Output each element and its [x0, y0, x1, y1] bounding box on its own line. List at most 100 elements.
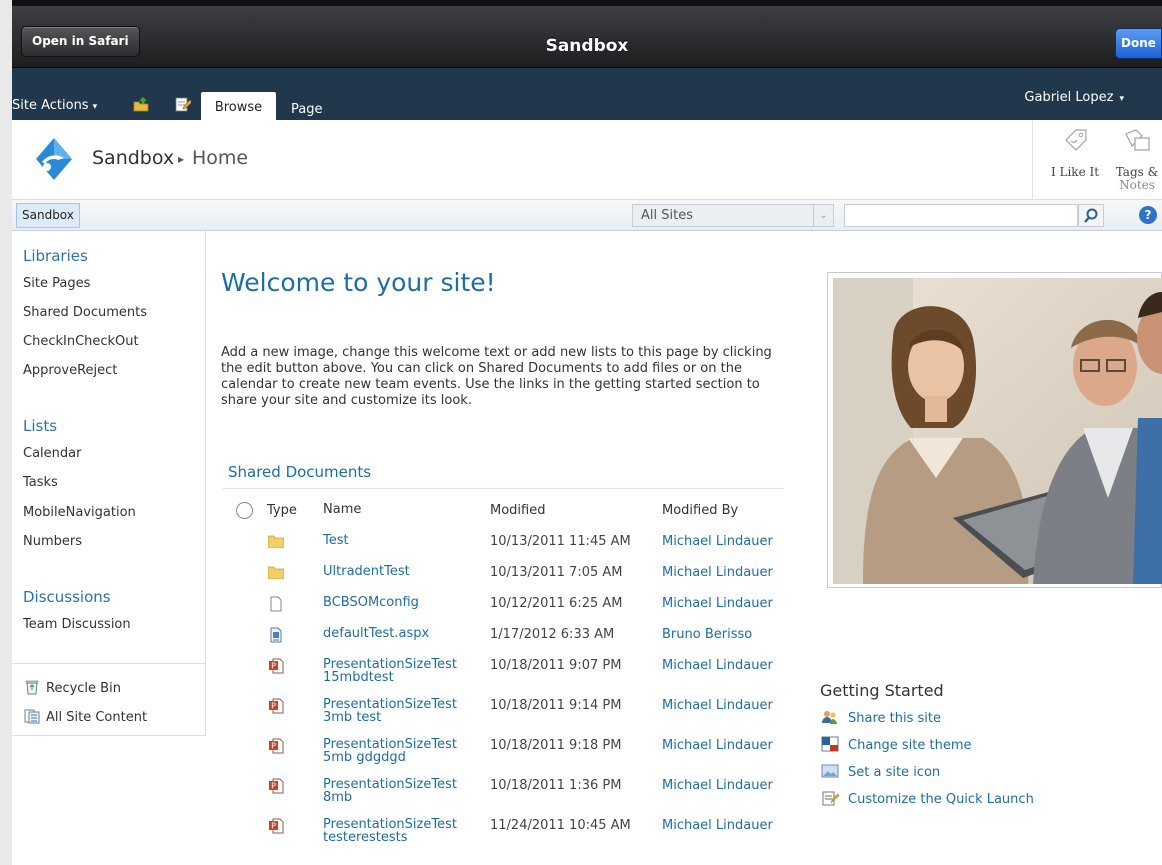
table-row[interactable]: BCBSOMconfig 10/12/2011 6:25 AM Michael …	[230, 590, 792, 621]
navigate-up-icon[interactable]	[133, 96, 149, 112]
site-theme-icon	[821, 736, 839, 752]
document-modified: 10/18/2011 9:18 PM	[490, 738, 622, 753]
top-navigation: Sandbox All Sites ⌄ ?	[12, 200, 1162, 231]
like-tag-icon	[1065, 129, 1087, 151]
table-header-row: Type Name Modified Modified By	[230, 498, 792, 528]
edit-page-icon[interactable]	[175, 96, 191, 112]
document-modified-by-link[interactable]: Michael Lindauer	[662, 732, 792, 772]
site-actions-menu[interactable]: Site Actions ▾	[12, 98, 97, 113]
customize-quick-launch-link[interactable]: Customize the Quick Launch	[821, 790, 1034, 807]
document-modified: 10/13/2011 11:45 AM	[490, 534, 631, 549]
table-row[interactable]: UltradentTest 10/13/2011 7:05 AM Michael…	[230, 559, 792, 590]
tags-notes-button[interactable]: Tags & Notes	[1113, 126, 1161, 191]
tags-notes-label-line1: Tags &	[1115, 165, 1159, 179]
document-modified-by-link[interactable]: Michael Lindauer	[662, 590, 792, 621]
folder-icon	[267, 535, 285, 549]
set-site-icon-link[interactable]: Set a site icon	[821, 763, 940, 780]
ql-heading-discussions[interactable]: Discussions	[23, 588, 111, 606]
ql-item-approvereject[interactable]: ApproveReject	[23, 363, 117, 378]
document-name-link-line2[interactable]: 8mb	[323, 791, 490, 804]
quick-launch-divider	[12, 663, 206, 664]
ql-heading-lists[interactable]: Lists	[23, 417, 57, 435]
search-button[interactable]	[1078, 204, 1104, 227]
shared-documents-webpart-title[interactable]: Shared Documents	[228, 463, 371, 481]
document-name-link-line2[interactable]: 15mbdtest	[323, 671, 490, 684]
breadcrumb-separator-icon: ▸	[178, 152, 185, 166]
all-site-content-link[interactable]: All Site Content	[24, 708, 147, 725]
document-modified-by-link[interactable]: Michael Lindauer	[662, 812, 792, 852]
column-header-type[interactable]: Type	[264, 498, 323, 528]
share-site-icon	[822, 711, 837, 724]
help-icon[interactable]: ?	[1139, 206, 1157, 224]
table-row[interactable]: defaultTest.aspx 1/17/2012 6:33 AM Bruno…	[230, 621, 792, 652]
ql-item-team-discussion[interactable]: Team Discussion	[23, 617, 131, 632]
search-scope-value: All Sites	[641, 208, 693, 223]
topnav-sandbox-link[interactable]: Sandbox	[16, 203, 80, 228]
change-site-theme-link[interactable]: Change site theme	[821, 736, 972, 753]
tags-notes-label-line2: Notes	[1119, 178, 1155, 192]
ql-item-calendar[interactable]: Calendar	[23, 446, 81, 461]
table-row[interactable]: P PresentationSizeTest 15mbdtest 10/18/20…	[230, 652, 792, 692]
social-tags-group: I Like It Tags & Notes	[1032, 120, 1162, 200]
document-modified: 10/18/2011 9:14 PM	[490, 698, 622, 713]
document-modified-by-link[interactable]: Michael Lindauer	[662, 559, 792, 590]
tab-browse[interactable]: Browse	[201, 92, 276, 120]
column-header-name[interactable]: Name	[323, 498, 490, 528]
customize-quick-launch-icon	[822, 791, 840, 806]
i-like-it-label: I Like It	[1050, 165, 1100, 179]
document-name-link[interactable]: defaultTest.aspx	[323, 627, 490, 640]
share-this-site-link[interactable]: Share this site	[821, 709, 941, 726]
ql-item-mobilenavigation[interactable]: MobileNavigation	[23, 505, 136, 520]
ql-item-shared-documents[interactable]: Shared Documents	[23, 305, 147, 320]
user-name-label: Gabriel Lopez	[1024, 90, 1114, 105]
user-menu[interactable]: Gabriel Lopez ▾	[1024, 90, 1124, 105]
svg-text:P: P	[271, 822, 276, 831]
ql-item-site-pages[interactable]: Site Pages	[23, 276, 90, 291]
i-like-it-button[interactable]: I Like It	[1045, 126, 1105, 179]
shared-documents-table: Type Name Modified Modified By Test 10/1…	[230, 498, 792, 852]
customize-quick-launch-label: Customize the Quick Launch	[848, 792, 1034, 807]
ios-nav-bar: Open in Safari Sandbox Done	[12, 6, 1162, 68]
document-modified-by-link[interactable]: Bruno Berisso	[662, 621, 792, 652]
breadcrumb-page-title: Home	[192, 147, 249, 169]
svg-text:P: P	[271, 742, 276, 751]
table-row[interactable]: P PresentationSizeTest 5mb gdgdgd 10/18/2…	[230, 732, 792, 772]
document-name-link[interactable]: UltradentTest	[323, 565, 490, 578]
table-row[interactable]: P PresentationSizeTest 3mb test 10/18/201…	[230, 692, 792, 732]
done-button[interactable]: Done	[1115, 28, 1162, 59]
column-header-modified-by[interactable]: Modified By	[662, 498, 792, 528]
ql-item-checkincheckout[interactable]: CheckInCheckOut	[23, 334, 139, 349]
table-row[interactable]: P PresentationSizeTest testerestests 11/2…	[230, 812, 792, 852]
document-modified: 10/18/2011 1:36 PM	[490, 778, 622, 793]
breadcrumb-site-link[interactable]: Sandbox	[92, 147, 174, 169]
document-modified-by-link[interactable]: Michael Lindauer	[662, 772, 792, 812]
select-all-checkbox[interactable]	[236, 502, 253, 519]
document-modified-by-link[interactable]: Michael Lindauer	[662, 652, 792, 692]
document-modified-by-link[interactable]: Michael Lindauer	[662, 692, 792, 732]
powerpoint-file-icon: P	[269, 658, 284, 674]
all-site-content-label: All Site Content	[46, 710, 148, 725]
table-row[interactable]: P PresentationSizeTest 8mb 10/18/2011 1:3…	[230, 772, 792, 812]
tab-page[interactable]: Page	[291, 102, 322, 117]
table-row[interactable]: Test 10/13/2011 11:45 AM Michael Lindaue…	[230, 528, 792, 559]
svg-text:P: P	[271, 662, 276, 671]
ql-item-numbers[interactable]: Numbers	[23, 534, 82, 549]
chevron-down-icon: ▾	[1119, 94, 1124, 104]
change-site-theme-label: Change site theme	[848, 738, 972, 753]
column-header-modified[interactable]: Modified	[490, 498, 662, 528]
document-name-link-line2[interactable]: 5mb gdgdgd	[323, 751, 490, 764]
search-input[interactable]	[844, 204, 1078, 227]
sharepoint-logo-icon[interactable]	[34, 136, 74, 182]
search-scope-select[interactable]: All Sites ⌄	[632, 204, 834, 227]
document-name-link[interactable]: Test	[323, 534, 490, 547]
document-name-link[interactable]: BCBSOMconfig	[323, 596, 490, 609]
document-name-link-line2[interactable]: 3mb test	[323, 711, 490, 724]
site-actions-label: Site Actions	[12, 98, 89, 113]
recycle-bin-label: Recycle Bin	[46, 681, 121, 696]
document-modified-by-link[interactable]: Michael Lindauer	[662, 528, 792, 559]
document-name-link-line2[interactable]: testerestests	[323, 831, 490, 844]
ql-heading-libraries[interactable]: Libraries	[23, 247, 88, 265]
recycle-bin-link[interactable]: Recycle Bin	[24, 679, 121, 696]
ql-item-tasks[interactable]: Tasks	[23, 475, 58, 490]
site-image-frame	[827, 272, 1162, 588]
